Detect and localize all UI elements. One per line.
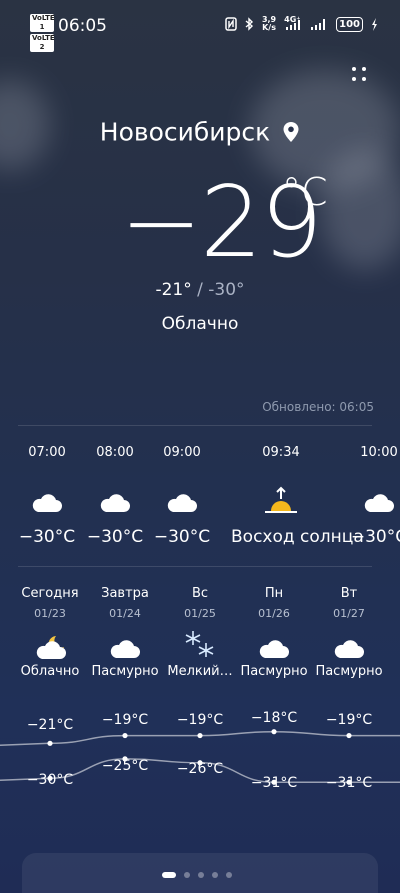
volte-indicator: VoLTE 1 VoLTE 2 [30, 14, 55, 54]
divider [18, 425, 372, 426]
cloud-icon [259, 640, 289, 658]
cloud-icon [32, 494, 62, 512]
day-date: 01/23 [34, 607, 66, 620]
day-condition: Пасмурно [315, 664, 383, 679]
charging-icon [372, 17, 377, 31]
status-bar: VoLTE 1 VoLTE 2 06:05 3,9 K/s 4G⁺ 100 [0, 14, 400, 52]
day-high-temperature: −19°C [101, 712, 149, 728]
page-dot-active[interactable] [162, 872, 176, 878]
day-date: 01/27 [333, 607, 365, 620]
day-high-temperature: −19°C [176, 712, 224, 728]
signal-2-icon [311, 19, 326, 30]
location-pin-icon [283, 122, 299, 142]
page-dot[interactable] [184, 872, 190, 878]
cloud-icon [364, 494, 394, 512]
today-low: -30° [208, 280, 245, 300]
day-condition: Мелкий… [167, 664, 233, 679]
hour-temperature: −30°C [153, 527, 211, 547]
day-low-temperature: −25°C [101, 758, 149, 774]
high-temperature-point [197, 732, 203, 739]
hour-time: 09:34 [262, 445, 300, 460]
day-low-temperature: −31°C [325, 775, 373, 791]
sunrise-icon [265, 486, 297, 513]
day-name: Сегодня [21, 586, 79, 601]
cloud-moon-icon [36, 636, 66, 659]
nfc-icon [225, 17, 237, 31]
page-dot[interactable] [226, 872, 232, 878]
temperature-unit: °C [282, 170, 328, 214]
day-name: Завтра [101, 586, 149, 601]
day-name: Вт [340, 586, 358, 601]
more-options-icon[interactable] [350, 65, 370, 85]
network-4g-indicator: 4G⁺ [284, 15, 302, 31]
network-speed: 3,9 K/s [262, 16, 276, 32]
background-cloud [320, 150, 400, 270]
day-condition: Пасмурно [91, 664, 159, 679]
day-low-temperature: −26°C [176, 761, 224, 777]
day-name: Пн [264, 586, 284, 601]
hour-temperature: −30°C [350, 527, 400, 547]
volte-2-badge: VoLTE 2 [30, 34, 55, 52]
high-temperature-point [346, 732, 352, 739]
day-date: 01/26 [258, 607, 290, 620]
bluetooth-icon [245, 17, 253, 31]
network-speed-unit: K/s [262, 23, 276, 32]
high-temperature-point [271, 729, 277, 735]
hour-time: 07:00 [28, 445, 66, 460]
cloud-icon [100, 494, 130, 512]
high-temperature-point [47, 740, 53, 746]
page-dot[interactable] [198, 872, 204, 878]
location-header[interactable]: Новосибирск [0, 116, 400, 147]
current-condition: Облачно [161, 314, 239, 334]
status-time: 06:05 [58, 16, 107, 36]
day-high-temperature: −18°C [250, 710, 298, 726]
sunrise-label: Восход солнца [231, 527, 364, 547]
volte-1-badge: VoLTE 1 [30, 14, 55, 32]
cloud-icon [334, 640, 364, 658]
hour-time: 10:00 [360, 445, 398, 460]
day-low-temperature: −31°C [250, 775, 298, 791]
today-high: -21° [155, 280, 192, 300]
day-condition: Облачно [20, 664, 80, 679]
hour-time: 08:00 [96, 445, 134, 460]
high-low-temperature: -21° / -30° [0, 280, 400, 300]
cloud-icon [110, 640, 140, 658]
day-high-temperature: −21°C [26, 717, 74, 733]
page-dot[interactable] [212, 872, 218, 878]
last-updated: Обновлено: 06:05 [262, 400, 374, 414]
system-icons: 3,9 K/s 4G⁺ 100 [225, 15, 378, 32]
day-high-temperature: −19°C [325, 712, 373, 728]
day-date: 01/25 [184, 607, 216, 620]
day-low-temperature: −30°C [26, 772, 74, 788]
day-date: 01/24 [109, 607, 141, 620]
hour-time: 09:00 [163, 445, 201, 460]
city-name: Новосибирск [99, 117, 271, 147]
day-condition: Пасмурно [240, 664, 308, 679]
divider [18, 566, 372, 567]
high-low-separator: / [197, 280, 203, 300]
day-name: Вс [191, 586, 209, 601]
high-temperature-point [122, 732, 128, 739]
snowflake-icon [185, 631, 214, 657]
battery-indicator: 100 [336, 16, 363, 32]
cloud-icon [167, 494, 197, 512]
page-indicator[interactable] [0, 871, 400, 879]
signal-1-icon [286, 20, 301, 30]
